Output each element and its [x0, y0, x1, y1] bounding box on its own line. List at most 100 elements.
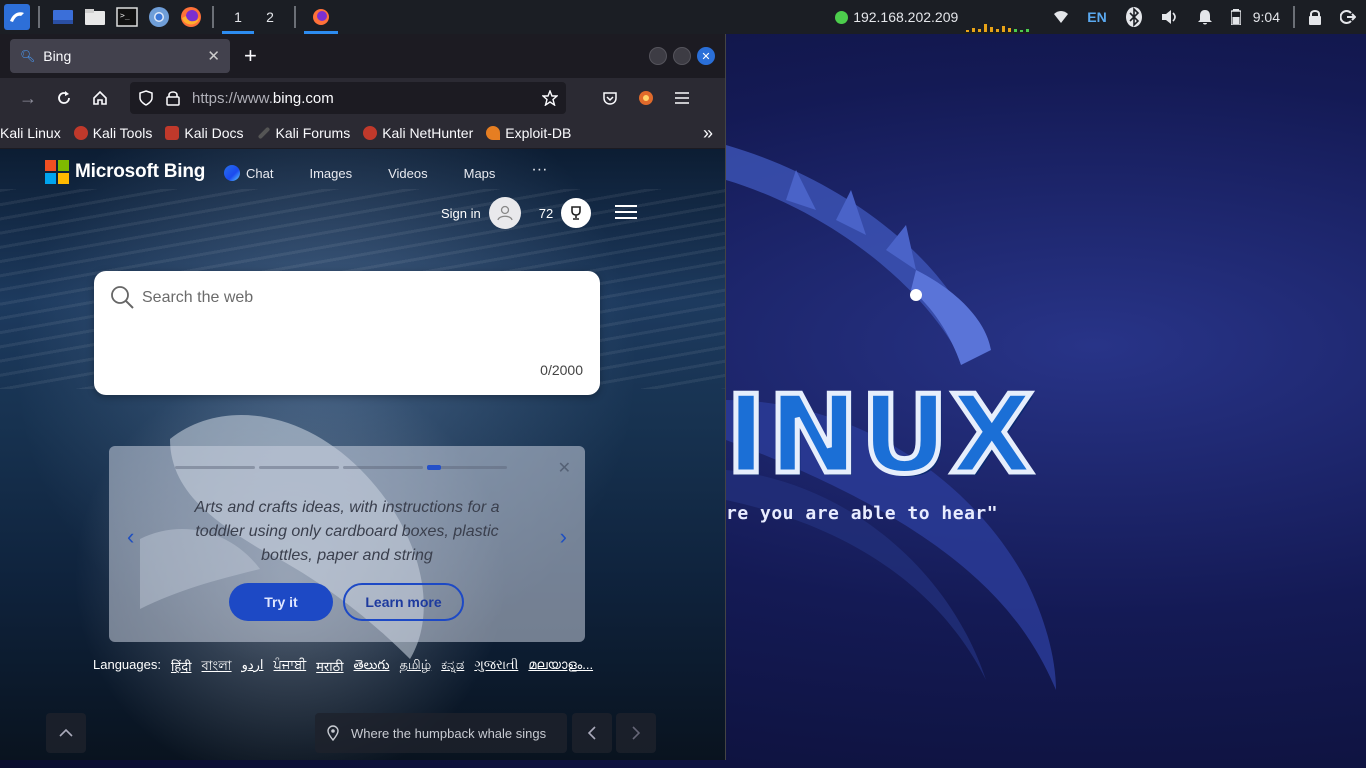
chromium-icon[interactable] [146, 4, 172, 30]
nav-videos[interactable]: Videos [388, 166, 428, 181]
previous-image-button[interactable] [572, 713, 612, 753]
sign-in-link[interactable]: Sign in [441, 206, 481, 221]
home-button[interactable] [82, 82, 118, 114]
top-panel: >_ 1 2 192.168.202.209 EN 9:04 [0, 0, 1366, 34]
maximize-button[interactable] [673, 47, 691, 65]
nav-more[interactable]: ··· [531, 161, 547, 179]
bing-header: Microsoft Bing Chat Images Videos Maps ·… [0, 149, 725, 199]
chevron-left-icon [587, 726, 596, 740]
chevron-right-icon[interactable]: › [560, 524, 567, 550]
kali-forums-icon [257, 126, 270, 140]
close-window-button[interactable]: ✕ [697, 47, 715, 65]
minimize-button[interactable] [649, 47, 667, 65]
bookmark-kali-nethunter[interactable]: Kali NetHunter [363, 125, 473, 141]
reload-button[interactable] [46, 82, 82, 114]
bluetooth-icon[interactable] [1125, 0, 1143, 34]
kali-menu-icon[interactable] [4, 4, 30, 30]
system-tray: 192.168.202.209 EN 9:04 [835, 0, 1366, 34]
panel-separator [212, 6, 214, 28]
wifi-icon[interactable] [1053, 0, 1069, 34]
nav-maps[interactable]: Maps [464, 166, 496, 181]
rewards-trophy-icon[interactable] [561, 198, 592, 228]
home-icon [93, 90, 107, 105]
search-icon [111, 286, 134, 309]
bookmark-star-icon[interactable] [542, 90, 558, 106]
reload-icon [58, 91, 70, 104]
notifications-icon[interactable] [1197, 0, 1213, 34]
bookmark-kali-forums[interactable]: Kali Forums [257, 125, 350, 141]
language-link-marathi[interactable]: मराठी [316, 657, 343, 678]
network-status-icon [835, 10, 849, 24]
file-manager-icon[interactable] [82, 4, 108, 30]
battery-icon[interactable] [1230, 0, 1241, 34]
firefox-icon [313, 9, 329, 25]
ip-address: 192.168.202.209 [853, 9, 959, 25]
nav-images[interactable]: Images [309, 166, 352, 181]
language-link-malayalam[interactable]: മലയാളം... [528, 657, 593, 678]
settings-menu-button[interactable] [615, 204, 638, 223]
logout-icon[interactable] [1340, 0, 1356, 34]
address-bar[interactable]: https://www. bing.com [130, 82, 566, 114]
firefox-window: 🔍︎ Bing ✕ + ✕ → https://www. bing.com Ka… [0, 34, 726, 760]
network-load-graph [966, 24, 1030, 32]
panel-separator [294, 6, 296, 28]
kali-docs-icon [165, 126, 180, 140]
forward-button[interactable]: → [10, 82, 46, 114]
search-input[interactable]: Search the web [142, 289, 253, 307]
firefox-window-task[interactable] [304, 0, 338, 34]
user-area: Sign in 72 [441, 197, 638, 229]
pocket-button[interactable] [592, 82, 628, 114]
language-link-telugu[interactable]: తెలుగు [354, 657, 390, 678]
language-link-gujarati[interactable]: ગુજરાતી [474, 657, 518, 678]
bookmark-exploit-db[interactable]: Exploit-DB [486, 125, 571, 141]
language-link-urdu[interactable]: اردو [242, 657, 264, 678]
bookmarks-toolbar: Kali Linux Kali Tools Kali Docs Kali For… [0, 118, 725, 148]
card-prompt-text: Arts and crafts ideas, with instructions… [194, 499, 500, 564]
language-link-punjabi[interactable]: ਪੰਜਾਬੀ [274, 657, 307, 678]
language-link-hindi[interactable]: हिंदी [171, 657, 192, 678]
new-tab-button[interactable]: + [244, 43, 257, 69]
avatar[interactable] [488, 197, 521, 229]
bookmark-kali-tools[interactable]: Kali Tools [73, 125, 152, 141]
hamburger-icon [615, 204, 638, 219]
lock-screen-icon[interactable] [1308, 0, 1322, 34]
close-card-icon[interactable]: ✕ [558, 458, 571, 478]
workspace-2[interactable]: 2 [254, 0, 286, 34]
search-icon: 🔍︎ [20, 49, 36, 63]
tab-bing[interactable]: 🔍︎ Bing ✕ [10, 39, 230, 73]
search-box[interactable]: Search the web 0/2000 [94, 271, 600, 395]
chevron-up-icon [59, 728, 73, 737]
image-caption[interactable]: Where the humpback whale sings [315, 713, 567, 753]
workspace-1[interactable]: 1 [222, 0, 254, 34]
learn-more-button[interactable]: Learn more [343, 583, 464, 621]
close-tab-icon[interactable]: ✕ [207, 47, 220, 65]
try-it-button[interactable]: Try it [229, 583, 333, 621]
clock[interactable]: 9:04 [1253, 0, 1280, 34]
language-link-bangla[interactable]: বাংলা [202, 657, 232, 678]
panel-separator [1293, 6, 1295, 28]
tab-title: Bing [43, 48, 72, 64]
next-image-button[interactable] [616, 713, 656, 753]
terminal-icon[interactable]: >_ [114, 4, 140, 30]
nav-chat[interactable]: Chat [224, 165, 273, 181]
rewards-points[interactable]: 72 [539, 206, 553, 221]
bookmark-kali-docs[interactable]: Kali Docs [165, 125, 244, 141]
language-link-kannada[interactable]: ಕನ್ನಡ [441, 657, 464, 678]
scroll-up-button[interactable] [46, 713, 86, 753]
shield-icon[interactable] [138, 90, 154, 106]
bookmark-kali-linux[interactable]: Kali Linux [0, 125, 61, 141]
ip-indicator[interactable]: 192.168.202.209 [835, 9, 958, 25]
language-link-tamil[interactable]: தமிழ் [399, 657, 431, 678]
extension-button[interactable] [628, 82, 664, 114]
microsoft-bing-logo[interactable]: Microsoft Bing [45, 160, 205, 184]
chevron-right-icon [632, 726, 641, 740]
more-bookmarks-chevron-icon[interactable]: » [703, 123, 713, 144]
chevron-left-icon[interactable]: ‹ [127, 524, 134, 550]
languages-label: Languages: [93, 657, 161, 672]
firefox-icon[interactable] [178, 4, 204, 30]
volume-icon[interactable] [1161, 0, 1179, 34]
app-menu-button[interactable] [664, 82, 700, 114]
lock-icon[interactable] [166, 90, 180, 106]
keyboard-layout[interactable]: EN [1087, 0, 1106, 34]
show-desktop-icon[interactable] [50, 4, 76, 30]
